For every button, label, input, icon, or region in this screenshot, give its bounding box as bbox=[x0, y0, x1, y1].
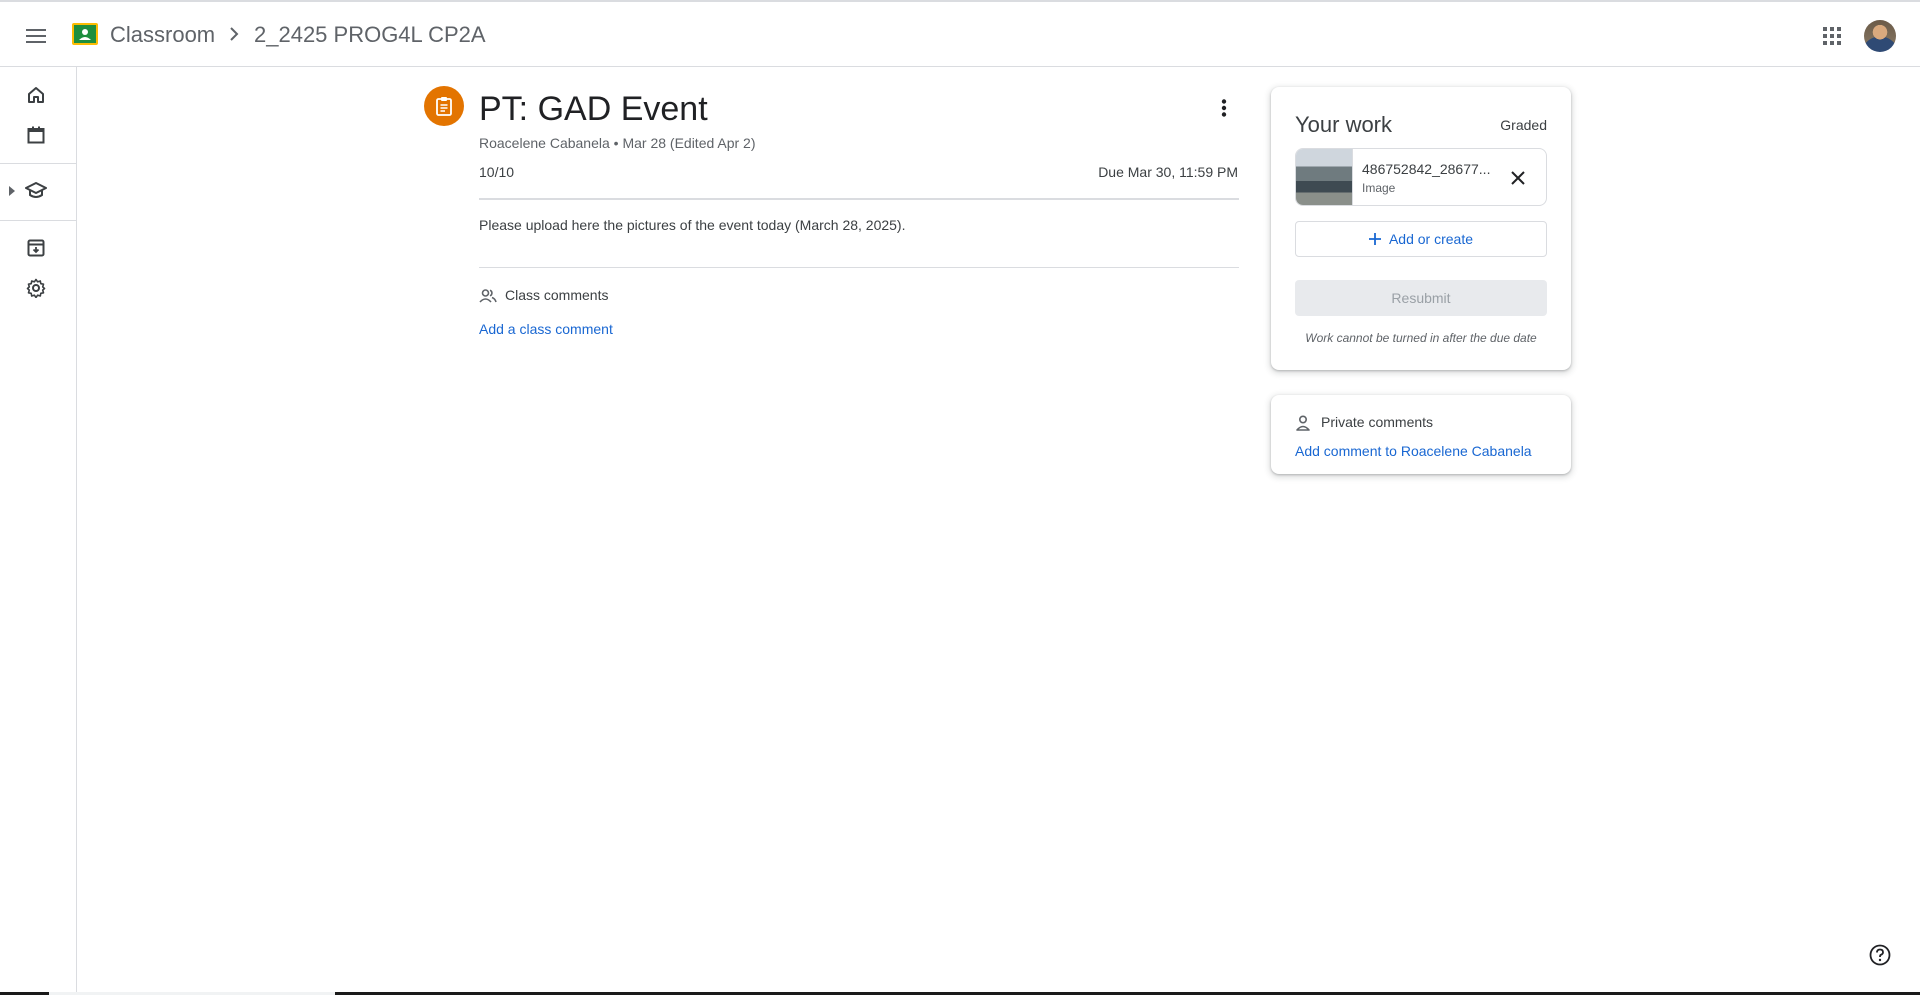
assignment-points: 10/10 bbox=[479, 164, 515, 180]
main-menu-button[interactable] bbox=[16, 16, 56, 56]
remove-attachment-button[interactable] bbox=[1502, 162, 1534, 194]
nav-divider bbox=[0, 163, 76, 164]
help-icon bbox=[1869, 944, 1891, 966]
home-icon bbox=[28, 87, 44, 103]
side-navigation bbox=[0, 67, 77, 995]
attachment-type: Image bbox=[1362, 181, 1396, 195]
nav-to-review[interactable] bbox=[16, 228, 56, 268]
apps-grid-icon bbox=[1823, 27, 1841, 45]
private-comments-label: Private comments bbox=[1321, 414, 1434, 430]
more-options-button[interactable] bbox=[1208, 92, 1240, 124]
nav-calendar[interactable] bbox=[16, 115, 56, 155]
classroom-logo[interactable] bbox=[72, 23, 98, 45]
chevron-right-icon bbox=[230, 27, 239, 41]
person-icon bbox=[1296, 415, 1310, 431]
expand-caret-icon[interactable] bbox=[8, 186, 16, 196]
nav-enrolled[interactable] bbox=[16, 171, 56, 211]
calendar-icon bbox=[27, 126, 45, 144]
assignment-due-date: Due Mar 30, 11:59 PM bbox=[1098, 164, 1238, 180]
attachment-thumbnail bbox=[1296, 149, 1353, 205]
to-review-icon bbox=[27, 239, 45, 257]
more-vert-icon bbox=[1221, 99, 1227, 117]
header-divider bbox=[479, 198, 1239, 200]
nav-divider bbox=[0, 220, 76, 221]
class-comments-label: Class comments bbox=[505, 287, 609, 303]
assignment-type-badge bbox=[424, 86, 464, 126]
avatar[interactable] bbox=[1864, 20, 1896, 52]
close-icon bbox=[1511, 171, 1525, 185]
breadcrumb-class-name[interactable]: 2_2425 PROG4L CP2A bbox=[254, 21, 486, 49]
add-or-create-button[interactable]: Add or create bbox=[1295, 221, 1547, 257]
nav-settings[interactable] bbox=[16, 268, 56, 308]
enrolled-icon bbox=[25, 182, 47, 198]
app-name[interactable]: Classroom bbox=[110, 21, 215, 49]
plus-icon bbox=[1368, 233, 1381, 245]
description-divider bbox=[479, 267, 1239, 268]
your-work-title: Your work bbox=[1295, 112, 1393, 137]
people-icon bbox=[479, 289, 497, 303]
assignment-title: PT: GAD Event bbox=[479, 90, 708, 128]
assignment-meta: Roacelene Cabanela • Mar 28 (Edited Apr … bbox=[479, 135, 756, 151]
nav-home[interactable] bbox=[16, 75, 56, 115]
private-comments-card: Private comments Add comment to Roacelen… bbox=[1271, 395, 1571, 474]
attachment-item[interactable]: 486752842_28677... Image bbox=[1295, 148, 1547, 206]
work-status-badge: Graded bbox=[1500, 117, 1547, 133]
assignment-icon bbox=[436, 97, 452, 116]
settings-icon bbox=[26, 278, 46, 298]
your-work-card: Your work Graded 486752842_28677... Imag… bbox=[1271, 87, 1571, 370]
menu-icon bbox=[26, 29, 46, 43]
due-date-note: Work cannot be turned in after the due d… bbox=[1305, 331, 1537, 345]
add-class-comment-link[interactable]: Add a class comment bbox=[479, 321, 613, 337]
add-or-create-label: Add or create bbox=[1388, 231, 1474, 247]
resubmit-button[interactable]: Resubmit bbox=[1295, 280, 1547, 316]
add-private-comment-link[interactable]: Add comment to Roacelene Cabanela bbox=[1295, 443, 1532, 459]
top-app-bar: Classroom 2_2425 PROG4L CP2A bbox=[0, 0, 1920, 67]
attachment-name: 486752842_28677... bbox=[1362, 161, 1491, 177]
google-apps-button[interactable] bbox=[1812, 16, 1852, 56]
assignment-description: Please upload here the pictures of the e… bbox=[479, 217, 906, 233]
help-button[interactable] bbox=[1866, 941, 1894, 969]
